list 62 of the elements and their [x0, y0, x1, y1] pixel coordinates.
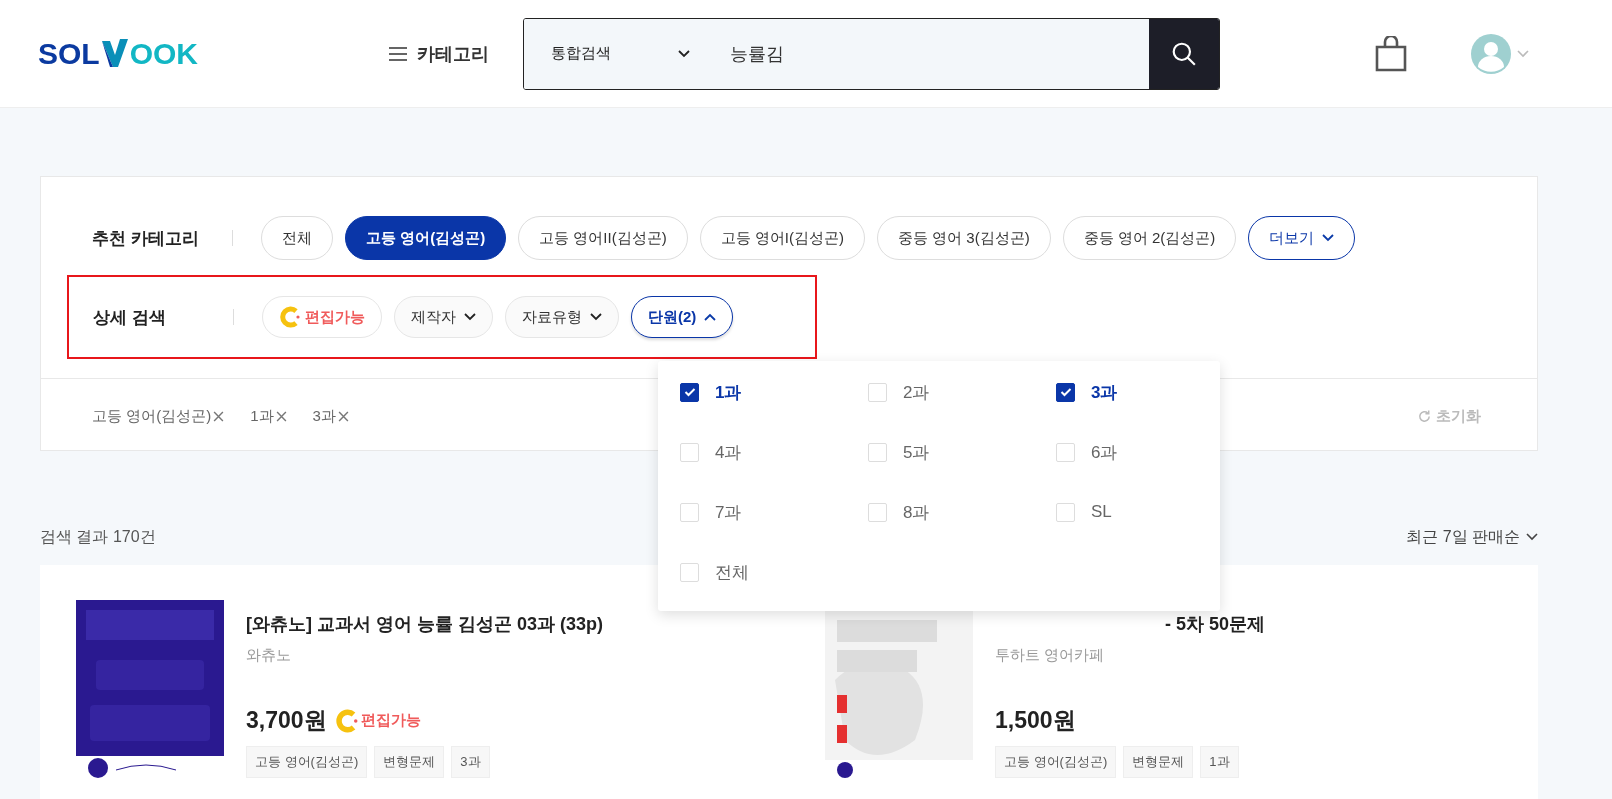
chevron-down-icon: [1517, 49, 1529, 58]
product-title[interactable]: [와츄노] 교과서 영어 능률 김성곤 03과 (33p): [246, 612, 604, 636]
applied-filter-tag[interactable]: 1과: [250, 406, 287, 426]
chevron-down-icon: [464, 313, 476, 321]
category-chip[interactable]: 고등 영어(김성곤): [345, 216, 507, 260]
sort-dropdown[interactable]: 최근 7일 판매순: [1406, 526, 1538, 548]
category-chip[interactable]: 고등 영어II(김성곤): [518, 216, 688, 260]
category-menu-button[interactable]: 카테고리: [388, 41, 489, 66]
unit-checkbox-option[interactable]: 2과: [868, 372, 1056, 412]
avatar-icon: [1471, 33, 1511, 74]
category-chip[interactable]: 중등 영어 2(김성곤): [1062, 216, 1237, 260]
applied-filter-tag[interactable]: 3과: [312, 406, 349, 426]
chevron-down-icon: [1322, 234, 1335, 242]
result-count: 검색 결과 170건: [40, 526, 156, 547]
account-menu[interactable]: [1471, 33, 1529, 74]
logo[interactable]: SOL OOK: [38, 36, 218, 71]
unit-checkbox-option[interactable]: 5과: [868, 432, 1056, 472]
applied-filter-tag[interactable]: 고등 영어(김성곤): [92, 406, 225, 426]
unit-checkbox-option[interactable]: 1과: [680, 372, 868, 412]
product-tag: 3과: [451, 746, 490, 778]
search-button[interactable]: [1149, 18, 1219, 89]
search-field[interactable]: 능률김: [710, 18, 1149, 89]
product-price: 3,700원: [246, 706, 327, 735]
unit-checkbox-option[interactable]: 8과: [868, 492, 1056, 532]
close-icon: [337, 410, 349, 422]
close-icon: [213, 410, 225, 422]
unit-checkbox-option[interactable]: SL: [1056, 492, 1216, 532]
close-icon: [275, 410, 287, 422]
chevron-down-icon: [678, 49, 690, 58]
editable-c-icon: [279, 306, 301, 328]
product-tag: 변형문제: [1123, 746, 1194, 778]
editable-label: 편집가능: [360, 711, 421, 730]
category-chip[interactable]: 중등 영어 3(김성곤): [877, 216, 1051, 260]
chevron-down-icon: [1526, 533, 1538, 541]
refresh-icon: [1417, 408, 1432, 424]
unit-checkbox-option[interactable]: 3과: [1056, 372, 1216, 412]
row-label: 추천 카테고리: [92, 227, 200, 250]
checkbox[interactable]: [680, 382, 699, 402]
filter-dropdown[interactable]: 제작자: [394, 296, 493, 338]
category-chip[interactable]: 고등 영어I(김성곤): [699, 216, 865, 260]
chevron-down-icon: [590, 313, 602, 321]
category-chip[interactable]: 전체: [261, 216, 333, 260]
product-tag: 변형문제: [374, 746, 445, 778]
unit-checkbox-option[interactable]: 전체: [680, 552, 868, 592]
product-price: 1,500원: [995, 706, 1076, 735]
product-title[interactable]: - 5차 50문제: [995, 612, 1266, 636]
product-tag: 고등 영어(김성곤): [246, 746, 368, 778]
filter-dropdown[interactable]: 자료유형: [505, 296, 619, 338]
search-icon: [1171, 40, 1197, 67]
search-scope-dropdown[interactable]: 통합검색: [524, 18, 710, 89]
shopping-bag-icon[interactable]: [1375, 35, 1407, 72]
menu-icon: [388, 45, 408, 62]
product-tag: 1과: [1200, 746, 1239, 778]
checkbox[interactable]: [1056, 382, 1075, 402]
filter-dropdown[interactable]: 단원(2): [631, 296, 734, 338]
more-button[interactable]: 더보기: [1248, 216, 1356, 260]
chevron-up-icon: [704, 313, 717, 321]
unit-checkbox-option[interactable]: 4과: [680, 432, 868, 472]
unit-checkbox-option[interactable]: 7과: [680, 492, 868, 532]
product-tag: 고등 영어(김성곤): [995, 746, 1117, 778]
unit-checkbox-option[interactable]: 6과: [1056, 432, 1216, 472]
row-label: 상세 검색: [93, 306, 167, 329]
